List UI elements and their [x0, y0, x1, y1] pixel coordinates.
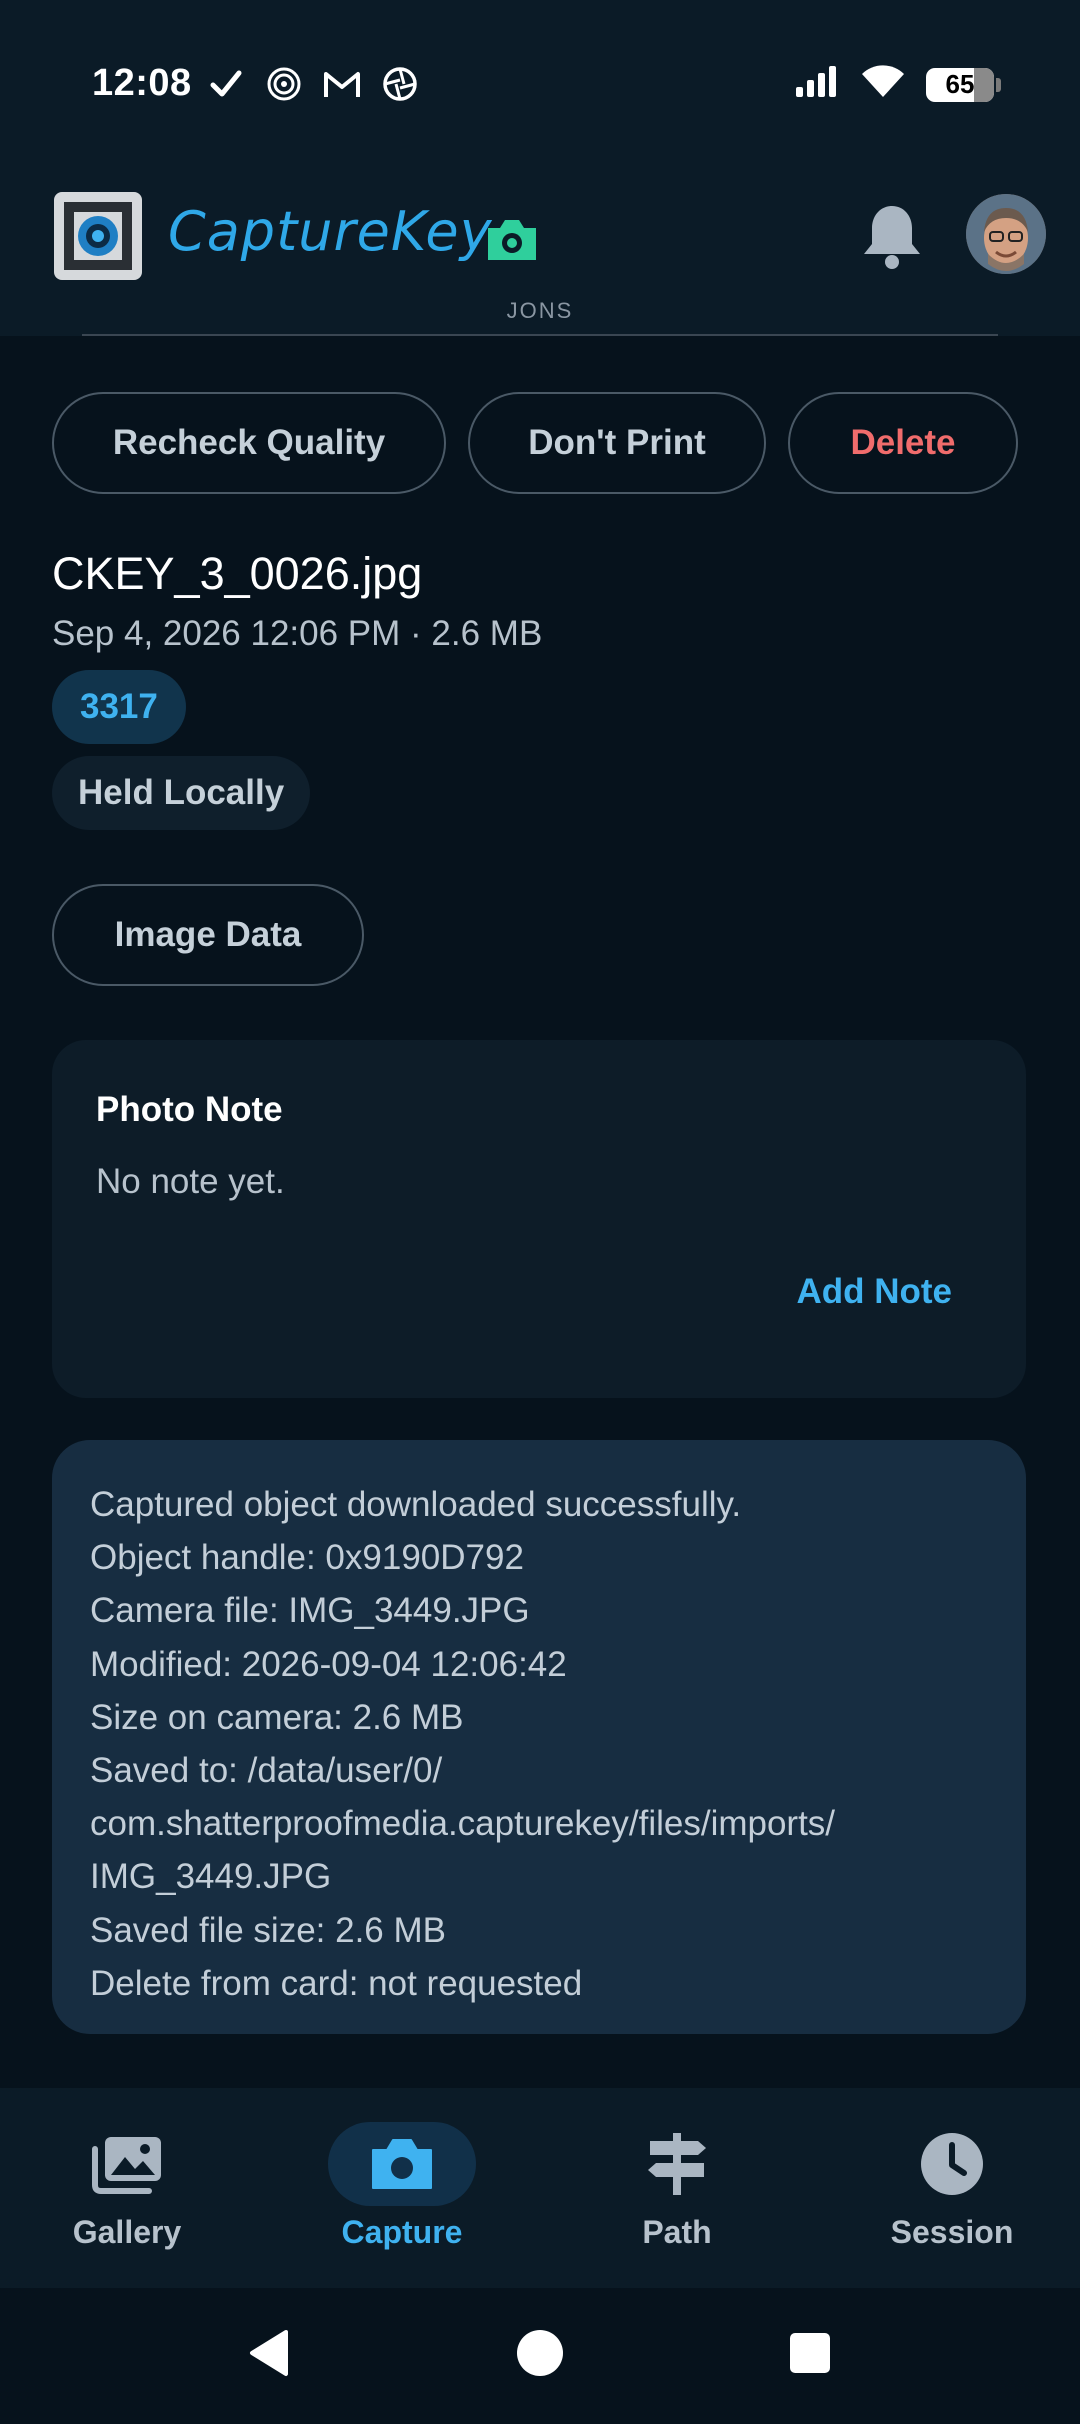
app-logo-icon[interactable] — [52, 190, 144, 282]
file-meta: Sep 4, 2026 12:06 PM · 2.6 MB — [52, 614, 543, 653]
header-divider — [82, 334, 998, 336]
photo-note-card: Photo Note No note yet. Add Note — [52, 1040, 1026, 1398]
home-icon[interactable] — [516, 2328, 564, 2383]
gallery-icon — [92, 2137, 161, 2194]
battery-icon: 65 — [926, 67, 1001, 102]
signal-icon — [794, 65, 840, 104]
nav-label-path: Path — [642, 2214, 712, 2250]
bottom-nav: Gallery Capture Path Session — [0, 2088, 1080, 2288]
log-line: Saved file size: 2.6 MB — [90, 1910, 446, 1950]
delete-button[interactable]: Delete — [788, 392, 1018, 494]
recheck-quality-button[interactable]: Recheck Quality — [52, 392, 446, 494]
log-line: com.shatterproofmedia.capturekey/files/i… — [90, 1804, 836, 1844]
tag-id-badge[interactable]: 3317 — [52, 670, 186, 744]
log-line: Saved to: /data/user/0/ — [90, 1751, 443, 1791]
photo-note-text: No note yet. — [96, 1162, 285, 1201]
log-lines: Captured object downloaded successfully.… — [90, 1478, 835, 2010]
log-line: IMG_3449.JPG — [90, 1857, 332, 1897]
back-icon[interactable] — [246, 2328, 292, 2383]
status-bar: 12:08 65 — [0, 0, 1080, 170]
notification-icons — [206, 64, 420, 104]
log-line: Delete from card: not requested — [90, 1963, 583, 2003]
aperture-icon — [380, 64, 420, 104]
wifi-icon — [860, 64, 906, 105]
system-status-icons: 65 — [794, 64, 1001, 105]
status-time: 12:08 — [92, 62, 192, 104]
dont-print-button[interactable]: Don't Print — [468, 392, 766, 494]
battery-level: 65 — [945, 69, 975, 99]
app-header: CaptureKey JONS — [0, 170, 1080, 336]
nav-label-gallery: Gallery — [72, 2214, 182, 2250]
log-line: Camera file: IMG_3449.JPG — [90, 1591, 530, 1631]
nav-item-session[interactable]: Session — [852, 2122, 1052, 2251]
signpost-icon — [648, 2133, 706, 2195]
session-user-label: JONS — [506, 298, 574, 323]
file-name: CKEY_3_0026.jpg — [52, 548, 423, 599]
system-nav-bar — [0, 2288, 1080, 2424]
camera-connected-icon[interactable] — [482, 210, 542, 270]
log-line: Size on camera: 2.6 MB — [90, 1697, 464, 1737]
nav-item-path[interactable]: Path — [577, 2122, 777, 2251]
photo-note-title: Photo Note — [96, 1090, 283, 1129]
log-line: Modified: 2026-09-04 12:06:42 — [90, 1644, 567, 1684]
nav-label-session: Session — [890, 2214, 1014, 2250]
add-note-button[interactable]: Add Note — [796, 1272, 952, 1312]
avatar[interactable] — [966, 194, 1046, 274]
nav-label-capture: Capture — [341, 2214, 463, 2250]
brand-name: CaptureKey — [168, 200, 493, 263]
camera-icon — [372, 2139, 432, 2189]
log-line: Object handle: 0x9190D792 — [90, 1538, 524, 1578]
nav-item-capture[interactable]: Capture — [302, 2122, 502, 2251]
clock-icon — [921, 2133, 983, 2195]
storage-status-badge: Held Locally — [52, 756, 311, 830]
log-line: Captured object downloaded successfully. — [90, 1485, 742, 1524]
recents-icon[interactable] — [788, 2328, 832, 2383]
bell-icon[interactable] — [858, 200, 926, 272]
check-icon — [206, 64, 246, 104]
image-data-button[interactable]: Image Data — [52, 884, 364, 986]
gmail-icon — [322, 64, 362, 104]
download-log-card: Captured object downloaded successfully.… — [52, 1440, 1026, 2034]
nav-item-gallery[interactable]: Gallery — [27, 2122, 227, 2251]
spiral-icon — [264, 64, 304, 104]
